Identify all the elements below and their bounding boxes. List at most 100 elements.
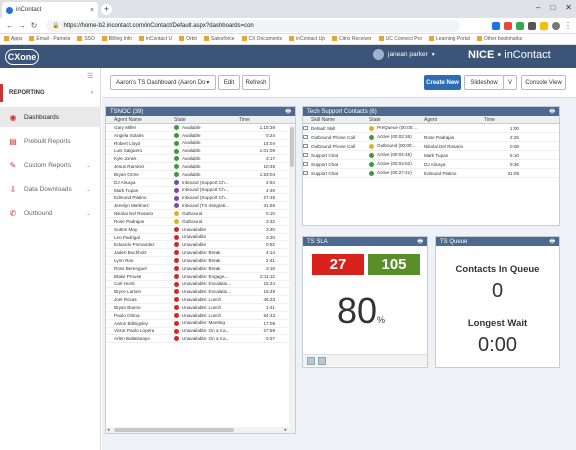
sidebar-item-prebuilt-reports[interactable]: ▤ Prebuilt Reports (0, 131, 101, 151)
column-header[interactable]: Agent Name (114, 117, 174, 123)
maximize-icon[interactable]: □ (550, 3, 555, 12)
slideshow-button[interactable]: Slideshow (464, 75, 504, 90)
column-header[interactable]: Skill Name (311, 117, 369, 123)
table-row[interactable]: Sutton May Unavailable 3:40 (106, 226, 295, 234)
scroll-right-icon[interactable]: ▸ (284, 427, 287, 433)
close-icon[interactable]: × (90, 7, 94, 14)
extension-icon[interactable] (516, 21, 524, 30)
edit-button[interactable]: Edit (218, 75, 240, 90)
print-icon[interactable]: 🖶 (549, 107, 555, 117)
table-row[interactable]: Bryce Larsen Unavailable: Escalatio... 18:… (106, 288, 295, 297)
print-icon[interactable]: 🖶 (285, 107, 291, 117)
bookmark-item[interactable]: Apps (4, 36, 22, 42)
phone-icon: ✆ (9, 208, 17, 218)
extension-icon[interactable] (540, 21, 548, 30)
table-row[interactable]: Bryan Orme Available 1:53:04 (106, 171, 295, 179)
bookmark-item[interactable]: Email - Pamela (29, 36, 70, 42)
bookmark-item[interactable]: Learning Portal (429, 36, 470, 42)
close-window-icon[interactable]: ✕ (565, 3, 572, 12)
vertical-scrollbar[interactable] (289, 125, 295, 427)
bookmark-item[interactable]: UC Connect Pro (378, 36, 422, 42)
column-header[interactable]: Time (484, 117, 519, 123)
slideshow-options-button[interactable]: V (503, 75, 517, 90)
cxone-logo[interactable]: CXone (5, 48, 39, 65)
table-row[interactable]: Default Skill PreQueue (00:00:... 1:00 (303, 124, 559, 133)
table-row[interactable]: Outbound Phone Call Active (00:02:26) Rose… (303, 133, 559, 142)
table-row[interactable]: Outbound Phone Call Outbound (00:00:... Ni… (303, 142, 559, 151)
sidebar-item-dashboards[interactable]: ◉ Dashboards (0, 107, 101, 127)
bookmark-item[interactable]: CX Documents (241, 36, 282, 42)
column-header[interactable]: Agent (424, 117, 484, 123)
table-row[interactable]: Leo Padrigal Unavailable 3:20 (106, 234, 295, 242)
browser-tab[interactable]: inContact × (2, 2, 98, 18)
more-icon[interactable]: ⋮ (564, 21, 572, 30)
bookmark-item[interactable]: inContact Up (289, 36, 325, 42)
grid-view-icon[interactable] (318, 357, 326, 365)
scrollbar-thumb[interactable] (114, 428, 234, 432)
extension-icon[interactable] (528, 21, 536, 30)
forward-icon[interactable]: → (16, 21, 28, 30)
table-row[interactable]: Kyle Jones Available 3:17 (106, 155, 295, 164)
table-row[interactable]: Support Chat Active (00:04:45) Mark Tupas 5… (303, 151, 559, 160)
chart-view-icon[interactable] (307, 357, 315, 365)
scroll-left-icon[interactable]: ◂ (107, 427, 110, 433)
table-row[interactable]: Nikolai Del Rosario Outbound 0:10 (106, 210, 295, 218)
table-row[interactable]: Mark Tupas Inbound (Support Ch... 4:49 (106, 187, 295, 195)
refresh-button[interactable]: Refresh (242, 75, 270, 90)
table-row[interactable]: Jesus Ramirez Available 10:48 (106, 163, 295, 171)
horizontal-scrollbar[interactable]: ◂ ▸ (106, 427, 295, 433)
column-header[interactable]: State (174, 117, 239, 123)
table-row[interactable]: Rose Padrajas Outbound 3:32 (106, 218, 295, 226)
table-row[interactable]: Joel Rocas Unavailable: Lunch 46:23 (106, 296, 295, 305)
console-view-button[interactable]: Console View (521, 75, 566, 90)
table-row[interactable]: Edmund Platino Inbound (Support Ch... 27:4… (106, 194, 295, 203)
table-row[interactable]: Blake Prouse Unavailable: Engage... 2:11:1… (106, 273, 295, 281)
bookmark-item[interactable]: Orbit (179, 36, 197, 42)
sidebar-item-custom-reports[interactable]: ✎ Custom Reports ⌄ (0, 155, 101, 175)
table-row[interactable]: Paulo Ortina Unavailable: Lunch 54:43 (106, 312, 295, 320)
column-header[interactable]: State (369, 117, 424, 123)
table-row[interactable]: Angela Solaris Available 0:24 (106, 132, 295, 140)
extension-icon[interactable] (504, 21, 512, 30)
sidebar-section-reporting[interactable]: REPORTING › (0, 84, 101, 102)
bookmark-item[interactable]: inContact U (138, 36, 172, 42)
table-row[interactable]: DJ Alicaya Inbound (Support Ch... 4:54 (106, 179, 295, 187)
table-row[interactable]: Jaden Buchholz Unavailable: Break 4:14 (106, 249, 295, 258)
reload-icon[interactable]: ↻ (28, 21, 40, 30)
sidebar-item-outbound[interactable]: ✆ Outbound ⌄ (0, 203, 101, 223)
table-row[interactable]: Gary Miller Available 1:10:39 (106, 124, 295, 132)
url-bar[interactable]: 🔒 https://home-b2.incontact.com/inContac… (46, 19, 460, 32)
table-row[interactable]: Ross Berenguel Unavailable: Break 3:16 (106, 265, 295, 273)
bookmark-item[interactable]: Other bookmarks (476, 36, 522, 42)
table-row[interactable]: Robert Lloyd Available 14:04 (106, 140, 295, 148)
create-new-button[interactable]: Create New (424, 75, 461, 90)
table-row[interactable]: Luis Salguero Available 1:01:09 (106, 147, 295, 156)
table-row[interactable]: Eduardo Fernandez Unavailable 0:52 (106, 241, 295, 250)
table-row[interactable]: Victor Paolo Lopera Unavailable: On a Ca.… (106, 328, 295, 336)
table-row[interactable]: Bryan Bueno Unavailable: Lunch 1:41 (106, 304, 295, 312)
profile-icon[interactable] (552, 21, 560, 30)
back-icon[interactable]: ← (4, 21, 16, 30)
table-row[interactable]: Aaron Billingsley Unavailable: Meeting 17:… (106, 320, 295, 328)
sidebar-item-data-downloads[interactable]: ⇩ Data Downloads ⌄ (0, 179, 101, 199)
column-header[interactable]: Time (239, 117, 279, 123)
table-row[interactable]: Arlen Balatinsayo Unavailable: On a Ca...… (106, 335, 295, 344)
table-row[interactable]: Support Chat Active (00:04:52) DJ Alicaya 9… (303, 160, 559, 169)
bookmark-item[interactable]: SSO (77, 36, 95, 42)
table-row[interactable]: Support Chat Active (00:27:41) Edmund Plat… (303, 169, 559, 178)
bookmark-item[interactable]: Salesforce (203, 36, 235, 42)
scrollbar-thumb[interactable] (290, 127, 294, 167)
dashboard-select[interactable]: Aaron's TS Dashboard (Aaron Do ▼ (110, 75, 216, 90)
table-row[interactable]: Jenelyn Martinez Inbound (TS Integrati...… (106, 202, 295, 211)
new-tab-button[interactable]: + (101, 4, 112, 15)
extension-icon[interactable] (492, 21, 500, 30)
print-icon[interactable]: 🖶 (549, 237, 555, 247)
user-menu[interactable]: janean parker ▼ (373, 49, 436, 60)
minimize-icon[interactable]: – (536, 3, 540, 12)
bookmark-item[interactable]: Billing Info (101, 36, 132, 42)
print-icon[interactable]: 🖶 (417, 237, 423, 247)
table-row[interactable]: Carl Hurst Unavailable: Escalatio... 15:24 (106, 281, 295, 289)
collapse-sidebar-icon[interactable]: ☰ (87, 72, 93, 80)
table-row[interactable]: Lynn Roe Unavailable: Break 2:41 (106, 257, 295, 265)
bookmark-item[interactable]: Citrix Receiver (332, 36, 372, 42)
